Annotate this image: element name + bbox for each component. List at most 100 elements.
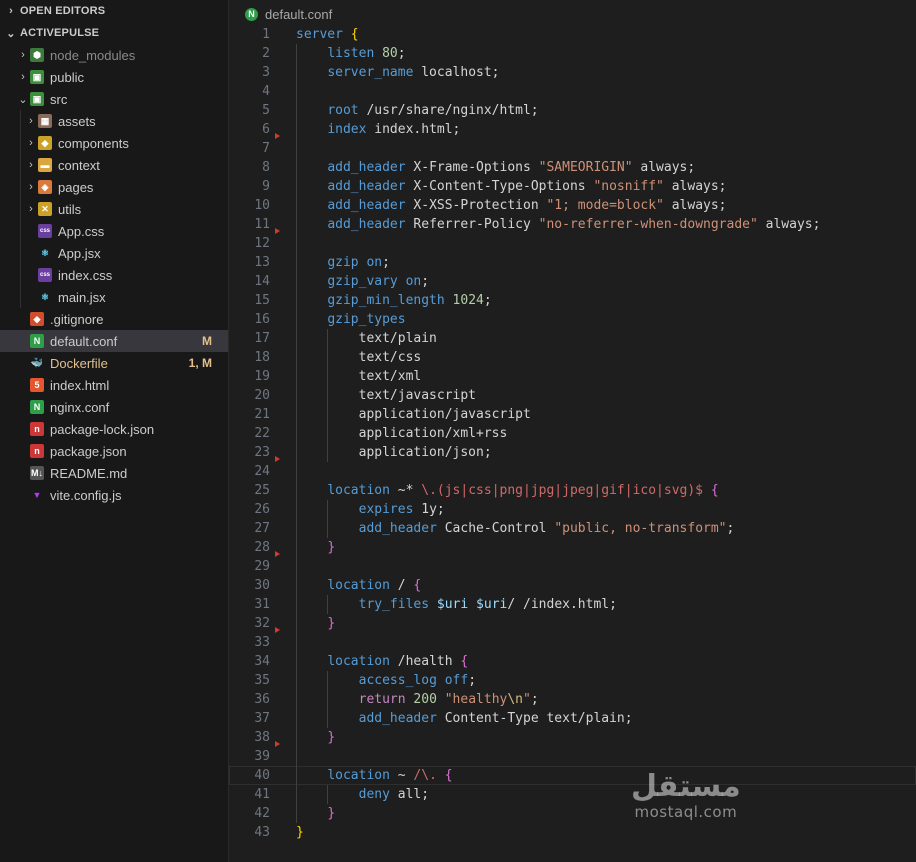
code-line[interactable]: 32 } bbox=[229, 614, 916, 633]
gutter[interactable] bbox=[270, 576, 296, 595]
chevron-right-icon[interactable]: › bbox=[24, 181, 38, 193]
code-line[interactable]: 38 } bbox=[229, 728, 916, 747]
gutter[interactable] bbox=[270, 253, 296, 272]
tree-item[interactable]: css App.css bbox=[0, 220, 228, 242]
code-line[interactable]: 18 text/css bbox=[229, 348, 916, 367]
code-line[interactable]: 31 try_files $uri $uri/ /index.html; bbox=[229, 595, 916, 614]
tree-item[interactable]: n package-lock.json bbox=[0, 418, 228, 440]
gutter[interactable] bbox=[270, 133, 296, 158]
gutter[interactable] bbox=[270, 652, 296, 671]
gutter[interactable] bbox=[270, 158, 296, 177]
gutter[interactable] bbox=[270, 443, 296, 462]
gutter[interactable] bbox=[270, 741, 296, 766]
gutter[interactable] bbox=[270, 329, 296, 348]
chevron-down-icon[interactable]: ⌄ bbox=[16, 93, 30, 106]
gutter[interactable] bbox=[270, 804, 296, 823]
code-line[interactable]: 2 listen 80; bbox=[229, 44, 916, 63]
code-area[interactable]: 1 server {2 listen 80; 3 server_name local… bbox=[229, 25, 916, 842]
open-editors-header[interactable]: › OPEN EDITORS bbox=[0, 0, 228, 22]
gutter[interactable] bbox=[270, 44, 296, 63]
code-line[interactable]: 39 bbox=[229, 741, 916, 766]
code-line[interactable]: 28 } bbox=[229, 538, 916, 557]
gutter[interactable] bbox=[270, 228, 296, 253]
gutter[interactable] bbox=[270, 538, 296, 557]
code-line[interactable]: 35 access_log off; bbox=[229, 671, 916, 690]
code-line[interactable]: 15 gzip_min_length 1024; bbox=[229, 291, 916, 310]
tree-item[interactable]: › ✕ utils bbox=[0, 198, 228, 220]
gutter[interactable] bbox=[270, 291, 296, 310]
gutter[interactable] bbox=[270, 690, 296, 709]
tree-item[interactable]: 🐳 Dockerfile 1, M bbox=[0, 352, 228, 374]
gutter[interactable] bbox=[270, 82, 296, 101]
code-line[interactable]: 14 gzip_vary on; bbox=[229, 272, 916, 291]
gutter[interactable] bbox=[270, 367, 296, 386]
tree-item[interactable]: Nnginx.conf bbox=[0, 396, 228, 418]
code-line[interactable]: 33 bbox=[229, 627, 916, 652]
breadcrumb-file[interactable]: default.conf bbox=[265, 7, 332, 22]
code-line[interactable]: 27 add_header Cache-Control "public, no-… bbox=[229, 519, 916, 538]
gutter[interactable] bbox=[270, 823, 296, 842]
code-line[interactable]: 19 text/xml bbox=[229, 367, 916, 386]
code-line[interactable]: 21 application/javascript bbox=[229, 405, 916, 424]
code-line[interactable]: 16 gzip_types bbox=[229, 310, 916, 329]
gutter[interactable] bbox=[270, 386, 296, 405]
code-line[interactable]: 17 text/plain bbox=[229, 329, 916, 348]
tree-item[interactable]: › ▣ public bbox=[0, 66, 228, 88]
deleted-line-marker-icon[interactable] bbox=[275, 133, 280, 139]
gutter[interactable] bbox=[270, 120, 296, 139]
deleted-line-marker-icon[interactable] bbox=[275, 741, 280, 747]
gutter[interactable] bbox=[270, 348, 296, 367]
tree-item[interactable]: › ⬢ node_modules bbox=[0, 44, 228, 66]
gutter[interactable] bbox=[270, 272, 296, 291]
code-line[interactable]: 7 bbox=[229, 133, 916, 158]
gutter[interactable] bbox=[270, 728, 296, 747]
tree-item[interactable]: css index.css bbox=[0, 264, 228, 286]
gutter[interactable] bbox=[270, 63, 296, 82]
code-line[interactable]: 40 location ~ /\. { bbox=[229, 766, 916, 785]
tree-item[interactable]: ▼ vite.config.js bbox=[0, 484, 228, 506]
editor-pane[interactable]: N default.conf 1 server {2 listen 80; 3 se… bbox=[229, 0, 916, 862]
code-line[interactable]: 10 add_header X-XSS-Protection "1; mode=… bbox=[229, 196, 916, 215]
code-line[interactable]: 43} bbox=[229, 823, 916, 842]
code-line[interactable]: 29 bbox=[229, 551, 916, 576]
gutter[interactable] bbox=[270, 310, 296, 329]
code-line[interactable]: 42 } bbox=[229, 804, 916, 823]
gutter[interactable] bbox=[270, 456, 296, 481]
gutter[interactable] bbox=[270, 614, 296, 633]
gutter[interactable] bbox=[270, 709, 296, 728]
code-line[interactable]: 8 add_header X-Frame-Options "SAMEORIGIN… bbox=[229, 158, 916, 177]
code-line[interactable]: 1 server { bbox=[229, 25, 916, 44]
gutter[interactable] bbox=[270, 595, 296, 614]
tree-item[interactable]: ⚛ App.jsx bbox=[0, 242, 228, 264]
gutter[interactable] bbox=[270, 177, 296, 196]
code-line[interactable]: 30 location / { bbox=[229, 576, 916, 595]
tree-item[interactable]: › ▬ context bbox=[0, 154, 228, 176]
project-header[interactable]: ⌄ ACTIVEPULSE bbox=[0, 22, 228, 44]
gutter[interactable] bbox=[270, 766, 296, 785]
tree-item[interactable]: › ▦ assets bbox=[0, 110, 228, 132]
tree-item[interactable]: ⌄ ▣ src bbox=[0, 88, 228, 110]
code-line[interactable]: 24 bbox=[229, 456, 916, 481]
deleted-line-marker-icon[interactable] bbox=[275, 551, 280, 557]
deleted-line-marker-icon[interactable] bbox=[275, 627, 280, 633]
chevron-right-icon[interactable]: › bbox=[16, 49, 30, 61]
deleted-line-marker-icon[interactable] bbox=[275, 228, 280, 234]
gutter[interactable] bbox=[270, 519, 296, 538]
gutter[interactable] bbox=[270, 424, 296, 443]
chevron-right-icon[interactable]: › bbox=[24, 115, 38, 127]
gutter[interactable] bbox=[270, 481, 296, 500]
tree-item[interactable]: 5 index.html bbox=[0, 374, 228, 396]
code-line[interactable]: 20 text/javascript bbox=[229, 386, 916, 405]
tree-item[interactable]: › ◆ components bbox=[0, 132, 228, 154]
tree-item[interactable]: n package.json bbox=[0, 440, 228, 462]
code-line[interactable]: 22 application/xml+rss bbox=[229, 424, 916, 443]
code-line[interactable]: 13 gzip on; bbox=[229, 253, 916, 272]
gutter[interactable] bbox=[270, 785, 296, 804]
chevron-right-icon[interactable]: › bbox=[24, 137, 38, 149]
tree-item[interactable]: M↓ README.md bbox=[0, 462, 228, 484]
code-line[interactable]: 23 application/json; bbox=[229, 443, 916, 462]
chevron-right-icon[interactable]: › bbox=[24, 203, 38, 215]
code-line[interactable]: 11 add_header Referrer-Policy "no-referr… bbox=[229, 215, 916, 234]
code-line[interactable]: 4 bbox=[229, 82, 916, 101]
chevron-right-icon[interactable]: › bbox=[16, 71, 30, 83]
